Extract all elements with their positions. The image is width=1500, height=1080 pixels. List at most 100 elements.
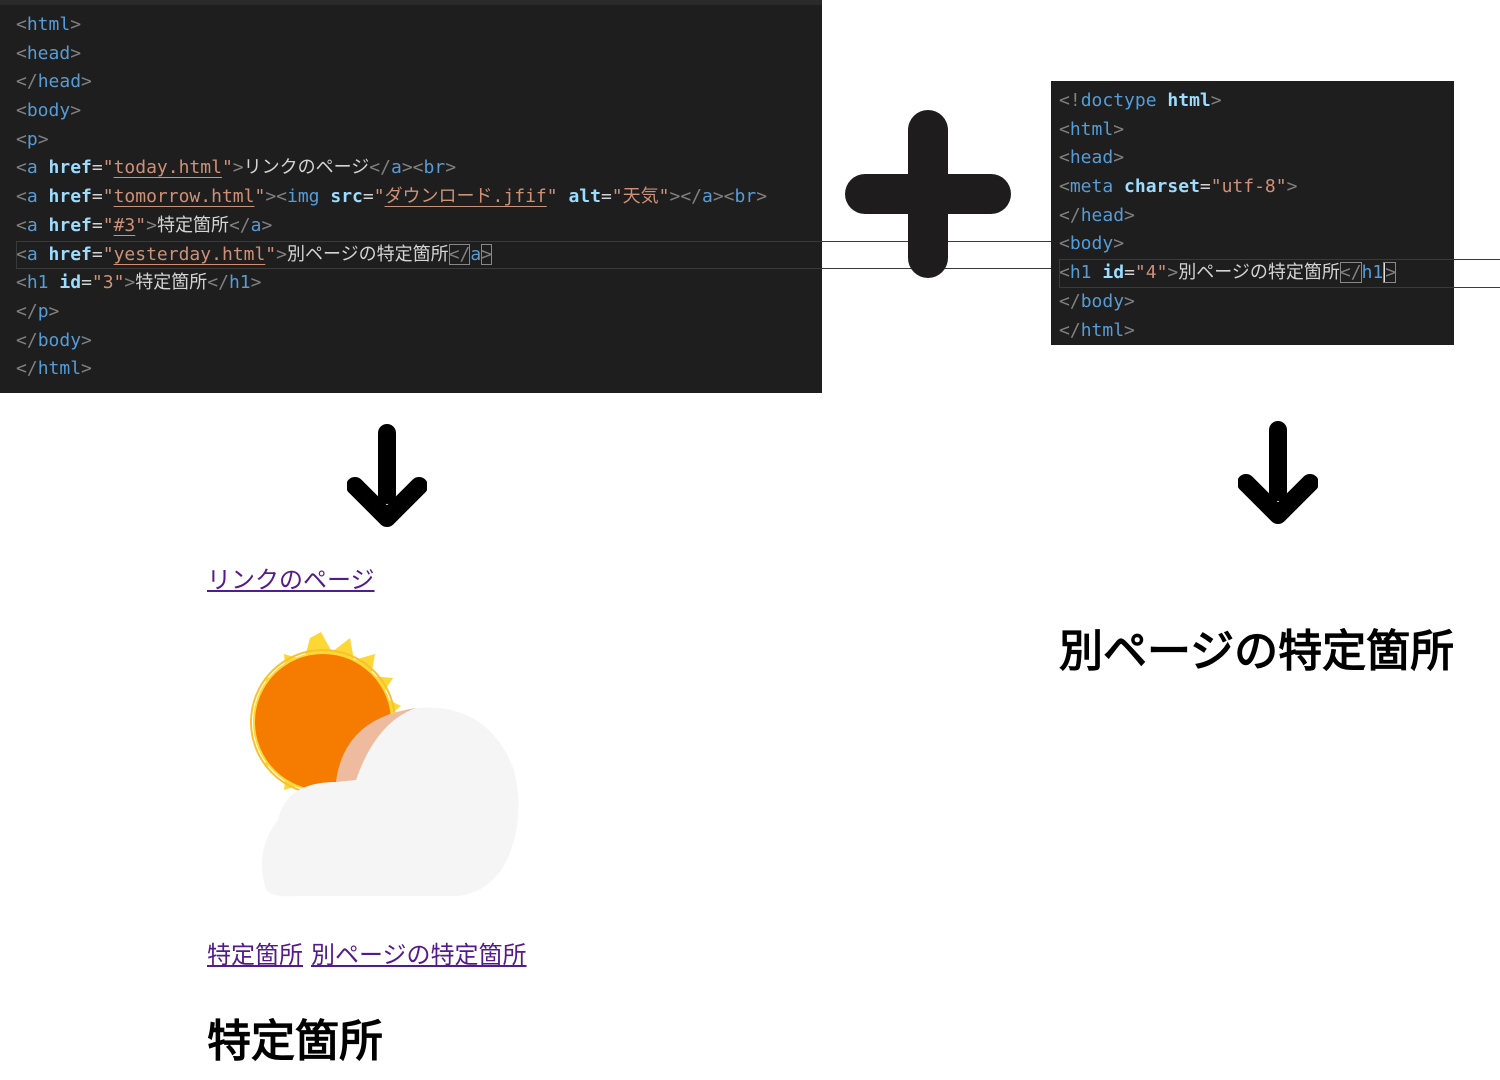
code-token: a [390, 157, 402, 179]
code-line[interactable]: </html> [16, 355, 767, 384]
code-line[interactable]: <head> [16, 40, 767, 69]
code-line[interactable]: </body> [16, 327, 767, 356]
code-token: today.html [113, 157, 222, 179]
code-token: yesterday.html [113, 243, 266, 265]
code-token: meta [1069, 176, 1114, 198]
code-line[interactable]: <a href="tomorrow.html"><img src="ダウンロード… [16, 183, 767, 212]
code-token: </ [1059, 290, 1081, 312]
code-token: = [81, 272, 92, 294]
code-token: < [16, 214, 27, 236]
code-line[interactable]: <meta charset="utf-8"> [1059, 173, 1396, 202]
code-token: body [37, 329, 82, 351]
preview-heading-left: 特定箇所 [207, 1016, 383, 1067]
code-token: " [102, 214, 114, 236]
code-line[interactable]: <body> [16, 97, 767, 126]
code-token: " [221, 157, 233, 179]
weather-sun-cloud-icon[interactable] [226, 630, 526, 900]
plus-icon [845, 110, 1011, 278]
code-token: > [70, 42, 82, 64]
code-editor-left[interactable]: <html> <head> </head> <body> <p> <a href="tod… [0, 0, 1168, 393]
code-token: " [254, 186, 266, 208]
code-line[interactable]: <a href="#3">特定箇所</a> [16, 212, 767, 241]
code-token: >< [712, 186, 735, 208]
link-anchor-3[interactable]: 特定箇所 [207, 941, 303, 969]
code-token: href [48, 243, 92, 265]
code-token: body [1080, 290, 1125, 312]
code-token: < [16, 243, 27, 265]
code-token: > [81, 71, 92, 93]
code-token: > [48, 300, 60, 322]
code-token: href [48, 157, 92, 179]
code-token: > [1286, 176, 1298, 198]
code-token: < [16, 186, 27, 208]
code-token: " [373, 186, 385, 208]
code-token: リンクのページ [243, 157, 370, 179]
down-arrow-icon [1238, 421, 1318, 524]
code-token: html [1080, 319, 1125, 341]
code-token: > [81, 358, 92, 380]
code-token: > [250, 272, 262, 294]
code-token: >< [401, 157, 424, 179]
code-token: h1 [1069, 262, 1092, 284]
code-token: > [1167, 262, 1179, 284]
preview-heading-right: 別ページの特定箇所 [1059, 626, 1455, 677]
code-token: a [26, 157, 38, 179]
code-token: < [1059, 176, 1070, 198]
code-token: < [16, 272, 27, 294]
code-token: " [546, 186, 558, 208]
code-token: </ [448, 243, 471, 265]
code-lines-right: <!doctype html> <html> <head> <meta charset… [1059, 87, 1500, 346]
code-token: > [1124, 319, 1135, 341]
code-line[interactable]: <head> [1059, 144, 1396, 173]
code-token: href [48, 186, 92, 208]
code-line[interactable]: <h1 id="4">別ページの特定箇所</h1 > [1059, 259, 1500, 288]
code-token: <! [1059, 90, 1081, 111]
link-yesterday[interactable]: 別ページの特定箇所 [311, 941, 527, 969]
code-line[interactable]: <p> [16, 126, 767, 155]
code-line[interactable]: <h1 id="3">特定箇所</h1> [16, 269, 767, 298]
code-token: p [26, 128, 38, 150]
code-token: src [330, 186, 363, 208]
code-editor-right[interactable]: <!doctype html> <html> <head> <meta charset… [1051, 81, 1500, 346]
code-line[interactable]: </head> [1059, 202, 1396, 231]
code-token: > [1113, 118, 1125, 140]
code-token: img [287, 186, 320, 208]
link-today[interactable]: リンクのページ [207, 560, 375, 595]
code-line[interactable]: <a href="today.html">リンクのページ</a><br> [16, 154, 767, 183]
code-token: > [70, 14, 82, 35]
code-token: a [26, 214, 38, 236]
code-token: " [135, 214, 147, 236]
code-line[interactable]: <html> [16, 11, 767, 40]
code-token: > [276, 243, 287, 265]
code-token: ></ [669, 186, 702, 208]
code-token: < [16, 42, 27, 64]
code-line[interactable]: </head> [16, 68, 767, 97]
code-token: < [16, 128, 27, 150]
code-line[interactable]: </html> [1059, 317, 1396, 346]
code-token: </ [228, 214, 251, 236]
code-token: tomorrow.html [113, 186, 255, 208]
code-line[interactable]: <body> [1059, 230, 1396, 259]
code-token: > [81, 329, 92, 351]
code-token: = [1199, 176, 1211, 198]
code-token: h1 [26, 272, 49, 294]
code-token: > [481, 243, 492, 265]
code-token: </ [16, 329, 38, 351]
code-token: 別ページの特定箇所 [1178, 262, 1340, 284]
code-line[interactable]: </p> [16, 298, 767, 327]
code-token: head [37, 71, 82, 93]
code-token: doctype [1080, 90, 1157, 111]
code-token: a [26, 243, 38, 265]
code-line[interactable]: <!doctype html> [1059, 87, 1396, 116]
code-token: 別ページの特定箇所 [286, 243, 449, 265]
code-line[interactable]: </body> [1059, 288, 1396, 317]
code-line[interactable]: <html> [1059, 116, 1396, 145]
code-token: > [1113, 147, 1125, 169]
code-token: html [26, 14, 71, 35]
code-token: h1 [1361, 262, 1384, 284]
